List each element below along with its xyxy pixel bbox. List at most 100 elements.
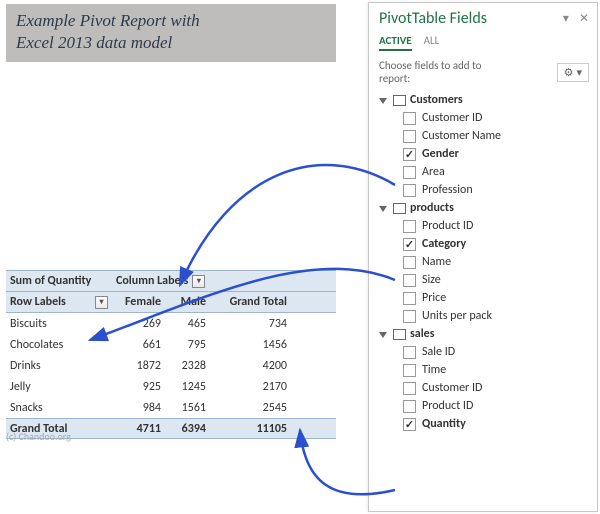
checkbox-icon[interactable]: [403, 346, 416, 359]
checkbox-icon[interactable]: [403, 274, 416, 287]
checkbox-icon[interactable]: [403, 400, 416, 413]
checkbox-icon[interactable]: [403, 184, 416, 197]
cell-total: 1456: [212, 335, 297, 355]
field-label: Area: [422, 165, 445, 179]
grand-female: 4711: [112, 419, 167, 439]
table-node-customers[interactable]: Customers: [377, 91, 591, 109]
table-name: products: [410, 201, 454, 215]
field-label: Gender: [422, 147, 459, 161]
table-row: Biscuits269465734: [6, 313, 336, 334]
collapse-icon: [379, 332, 387, 338]
cell-total: 4200: [212, 356, 297, 376]
cell-female: 661: [112, 335, 167, 355]
tab-all[interactable]: ALL: [424, 32, 440, 51]
cell-female: 269: [112, 314, 167, 334]
field-label: Customer ID: [422, 111, 482, 125]
collapse-icon: [379, 206, 387, 212]
row-label: Drinks: [6, 357, 112, 375]
close-icon[interactable]: ✕: [579, 11, 589, 26]
field-item[interactable]: Customer Name: [377, 127, 591, 145]
checkbox-icon[interactable]: [403, 256, 416, 269]
field-tree: Customers Customer ID Customer Name Gender A…: [369, 89, 597, 499]
column-labels-cell[interactable]: Column Labels ▾: [112, 271, 209, 291]
table-name: Customers: [410, 93, 463, 107]
checkbox-icon[interactable]: [403, 220, 416, 233]
table-node-products[interactable]: products: [377, 199, 591, 217]
field-item[interactable]: Name: [377, 253, 591, 271]
field-label: Size: [422, 273, 441, 287]
table-row: Jelly92512452170: [6, 376, 336, 397]
chevron-down-icon: ▾: [576, 66, 582, 79]
row-label: Chocolates: [6, 336, 112, 354]
checkbox-icon[interactable]: [403, 364, 416, 377]
field-label: Name: [422, 255, 451, 269]
field-item[interactable]: Customer ID: [377, 109, 591, 127]
field-item[interactable]: Size: [377, 271, 591, 289]
checkbox-icon[interactable]: [403, 310, 416, 323]
tab-active[interactable]: ACTIVE: [379, 32, 412, 51]
checkbox-icon[interactable]: [403, 112, 416, 125]
row-label: Snacks: [6, 399, 112, 417]
field-label: Time: [422, 363, 446, 377]
field-label: Units per pack: [422, 309, 492, 323]
field-item[interactable]: Product ID: [377, 397, 591, 415]
field-label: Product ID: [422, 399, 473, 413]
collapse-icon: [379, 98, 387, 104]
column-labels-dropdown-icon[interactable]: ▾: [192, 275, 205, 288]
grand-male: 6394: [167, 419, 212, 439]
field-label: Customer ID: [422, 381, 482, 395]
gear-icon: ⚙: [564, 66, 574, 79]
cell-female: 984: [112, 398, 167, 418]
checkbox-icon[interactable]: [403, 238, 416, 251]
field-item[interactable]: Price: [377, 289, 591, 307]
checkbox-icon[interactable]: [403, 166, 416, 179]
field-item[interactable]: Product ID: [377, 217, 591, 235]
field-item[interactable]: Customer ID: [377, 379, 591, 397]
panel-header: PivotTable Fields ▾ ✕: [369, 3, 597, 32]
table-node-sales[interactable]: sales: [377, 325, 591, 343]
field-item[interactable]: Category: [377, 235, 591, 253]
field-label: Quantity: [422, 417, 466, 431]
field-item[interactable]: Area: [377, 163, 591, 181]
checkbox-icon[interactable]: [403, 148, 416, 161]
cell-total: 2545: [212, 398, 297, 418]
table-row: Drinks187223284200: [6, 355, 336, 376]
table-row: Snacks98415612545: [6, 397, 336, 418]
pivot-column-headers: Row Labels ▾ Female Male Grand Total: [6, 292, 336, 313]
cell-male: 465: [167, 314, 212, 334]
checkbox-icon[interactable]: [403, 292, 416, 305]
credit-text: (c) Chandoo.org: [6, 430, 71, 443]
pivot-values-label: Sum of Quantity: [6, 271, 112, 291]
table-row: Chocolates6617951456: [6, 334, 336, 355]
cell-total: 734: [212, 314, 297, 334]
field-item[interactable]: Gender: [377, 145, 591, 163]
row-label: Biscuits: [6, 315, 112, 333]
field-item[interactable]: Quantity: [377, 415, 591, 433]
pivottable-fields-panel: PivotTable Fields ▾ ✕ ACTIVE ALL Choose …: [368, 2, 598, 512]
field-item[interactable]: Units per pack: [377, 307, 591, 325]
field-label: Sale ID: [422, 345, 455, 359]
field-label: Price: [422, 291, 446, 305]
cell-male: 795: [167, 335, 212, 355]
field-label: Category: [422, 237, 466, 251]
row-label: Jelly: [6, 378, 112, 396]
layout-options-button[interactable]: ⚙▾: [557, 63, 589, 82]
cell-male: 2328: [167, 356, 212, 376]
field-item[interactable]: Time: [377, 361, 591, 379]
checkbox-icon[interactable]: [403, 418, 416, 431]
row-labels-dropdown-icon[interactable]: ▾: [95, 296, 108, 309]
table-icon: [393, 95, 406, 106]
panel-dropdown-icon[interactable]: ▾: [563, 11, 569, 26]
panel-title: PivotTable Fields: [379, 9, 487, 28]
field-label: Product ID: [422, 219, 473, 233]
col-header-grand: Grand Total: [212, 292, 297, 312]
checkbox-icon[interactable]: [403, 382, 416, 395]
cell-female: 925: [112, 377, 167, 397]
field-item[interactable]: Profession: [377, 181, 591, 199]
row-labels-cell[interactable]: Row Labels ▾: [6, 292, 112, 312]
banner-line1: Example Pivot Report with: [16, 10, 326, 32]
field-item[interactable]: Sale ID: [377, 343, 591, 361]
field-label: Profession: [422, 183, 473, 197]
cell-female: 1872: [112, 356, 167, 376]
checkbox-icon[interactable]: [403, 130, 416, 143]
